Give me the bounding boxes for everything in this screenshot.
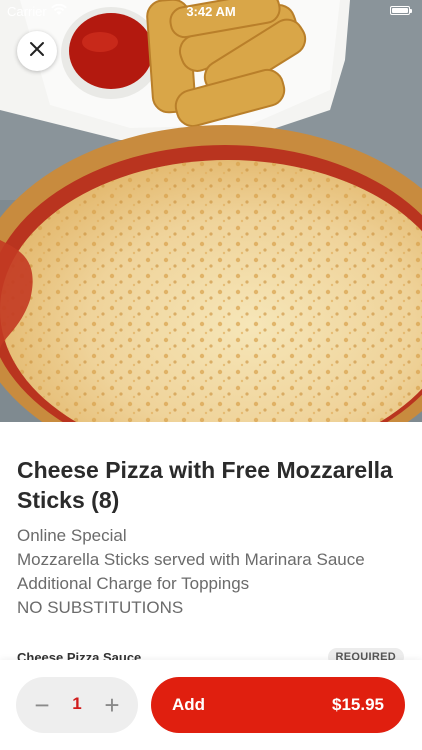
description-line: Mozzarella Sticks served with Marinara S… [17,550,365,569]
add-button-label: Add [172,695,206,714]
close-icon [29,41,45,62]
add-to-cart-button[interactable]: Add $15.95 [151,677,405,733]
add-button-price: $15.95 [332,695,384,714]
product-photo [0,0,422,422]
close-button[interactable] [17,31,57,71]
status-bar: Carrier 3:42 AM [0,0,422,22]
battery-icon [390,6,412,15]
bottom-action-bar: − 1 + Add $15.95 [0,660,422,750]
increase-quantity-button[interactable]: + [92,677,132,733]
status-time: 3:42 AM [186,4,236,19]
description-line: NO SUBSTITUTIONS [17,598,184,617]
description-line: Online Special [17,526,127,545]
product-description: Online Special Mozzarella Sticks served … [17,524,409,620]
quantity-stepper: − 1 + [16,677,138,733]
plus-icon: + [104,689,120,720]
description-line: Additional Charge for Toppings [17,574,250,593]
product-title: Cheese Pizza with Free Mozzarella Sticks… [17,457,393,513]
